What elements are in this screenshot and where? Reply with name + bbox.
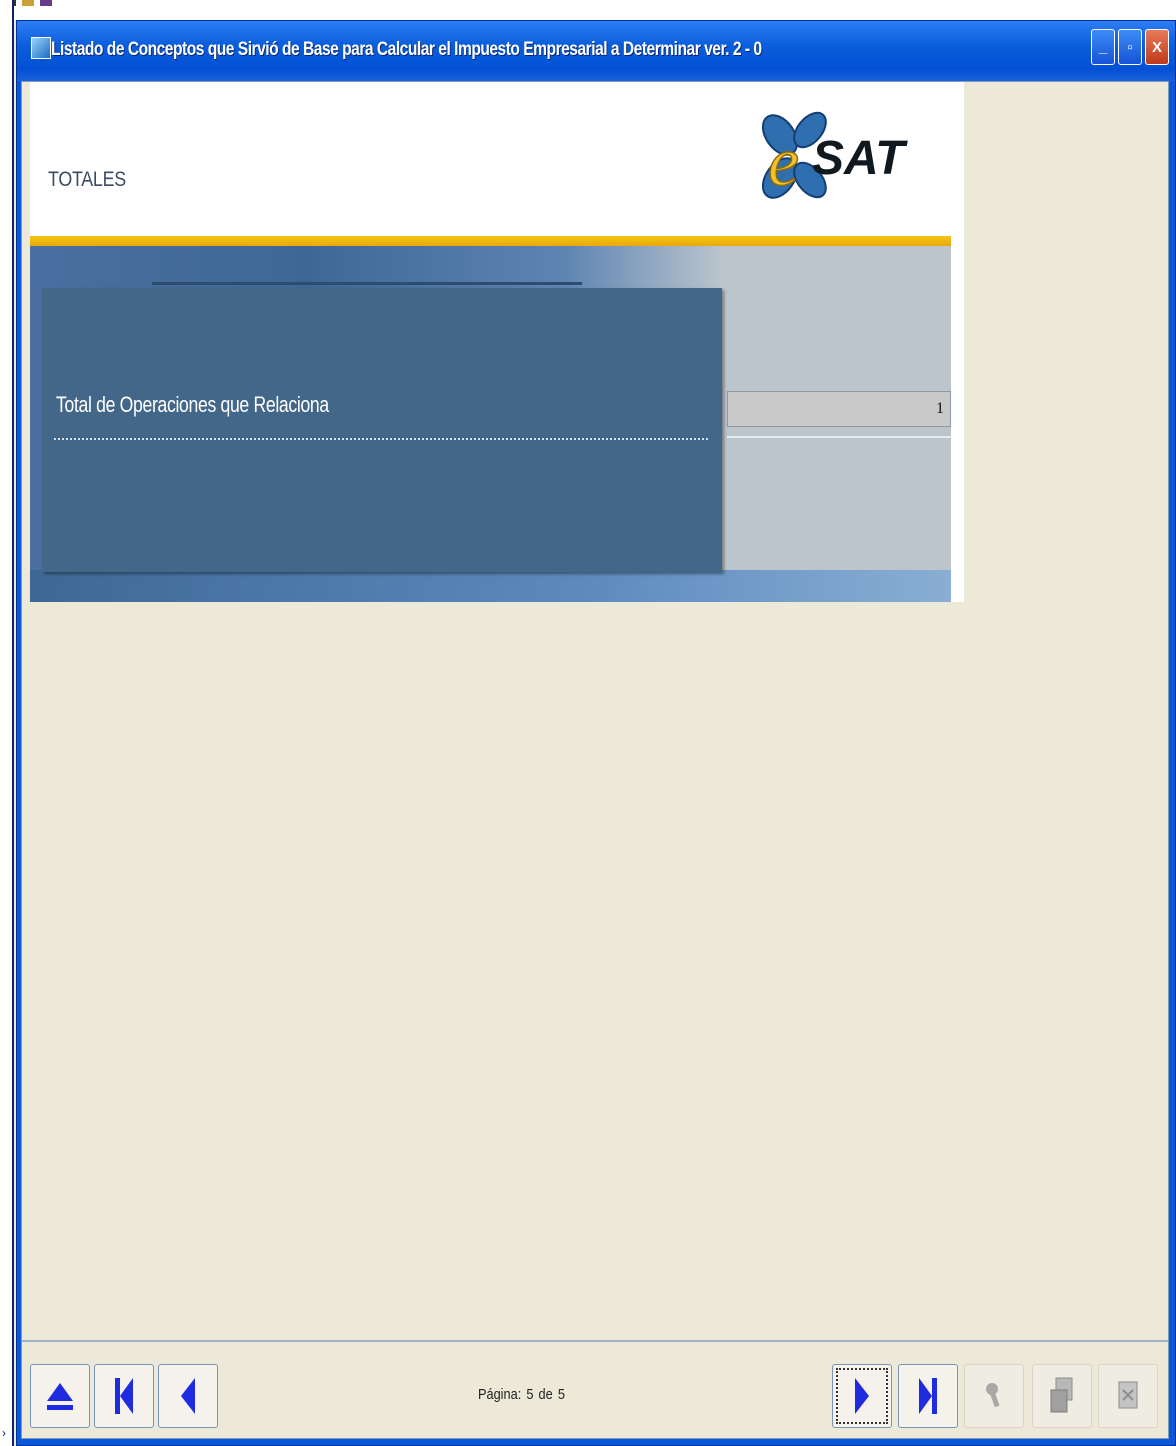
search-button[interactable] — [964, 1364, 1024, 1428]
eject-up-icon — [47, 1383, 73, 1410]
first-page-icon — [115, 1378, 133, 1414]
desktop-left-edge: › — [0, 0, 14, 1446]
up-button[interactable] — [30, 1364, 90, 1428]
first-page-button[interactable] — [94, 1364, 154, 1428]
body-footer-band — [30, 570, 951, 602]
close-button[interactable]: X — [1145, 29, 1169, 65]
last-page-icon — [919, 1378, 937, 1414]
minimize-button[interactable]: _ — [1091, 29, 1115, 65]
value-underline — [727, 436, 951, 438]
copy-button[interactable] — [1032, 1364, 1092, 1428]
copy-icon — [1050, 1377, 1073, 1413]
last-page-button[interactable] — [898, 1364, 958, 1428]
total-pages: 5 — [557, 1386, 565, 1403]
search-icon — [986, 1383, 1000, 1408]
page-label: Página: — [478, 1386, 522, 1403]
export-button[interactable] — [1098, 1364, 1158, 1428]
nav-separator — [22, 1340, 1168, 1342]
logo-letter: e — [768, 124, 799, 201]
section-title: TOTALES — [48, 168, 126, 191]
client-area: TOTALES e SAT Total de Operaciones que R… — [21, 81, 1169, 1439]
dotted-leader — [54, 438, 708, 440]
next-page-button[interactable] — [832, 1364, 892, 1428]
report-header: TOTALES e SAT — [30, 82, 964, 236]
field-value: 1 — [727, 391, 951, 427]
navigation-bar: Página: 5 de 5 — [22, 1362, 1168, 1438]
report-page: TOTALES e SAT Total de Operaciones que R… — [30, 82, 964, 602]
export-icon — [1118, 1381, 1138, 1409]
maximize-button[interactable]: ▫ — [1118, 29, 1142, 65]
esat-logo: e SAT — [761, 111, 908, 202]
prev-page-button[interactable] — [158, 1364, 218, 1428]
of-label: de — [538, 1386, 553, 1403]
gold-divider — [30, 236, 951, 246]
window-title: Listado de Conceptos que Sirvió de Base … — [51, 39, 762, 60]
totals-card: Total de Operaciones que Relaciona — [42, 288, 722, 572]
current-page: 5 — [526, 1386, 534, 1403]
report-window: Listado de Conceptos que Sirvió de Base … — [16, 20, 1176, 1446]
report-body: Total de Operaciones que Relaciona 1 — [30, 246, 951, 602]
desktop-strip — [0, 0, 1176, 20]
next-page-icon — [855, 1378, 869, 1414]
page-indicator: Página: 5 de 5 — [478, 1386, 570, 1403]
field-label: Total de Operaciones que Relaciona — [56, 392, 329, 417]
prev-page-icon — [181, 1378, 195, 1414]
expand-arrow-icon[interactable]: › — [2, 1426, 6, 1440]
logo-text: SAT — [812, 132, 908, 185]
card-top-line — [152, 282, 582, 285]
app-icon[interactable] — [31, 37, 51, 59]
title-bar[interactable]: Listado de Conceptos que Sirvió de Base … — [17, 21, 1175, 81]
report-right-margin — [951, 246, 964, 602]
